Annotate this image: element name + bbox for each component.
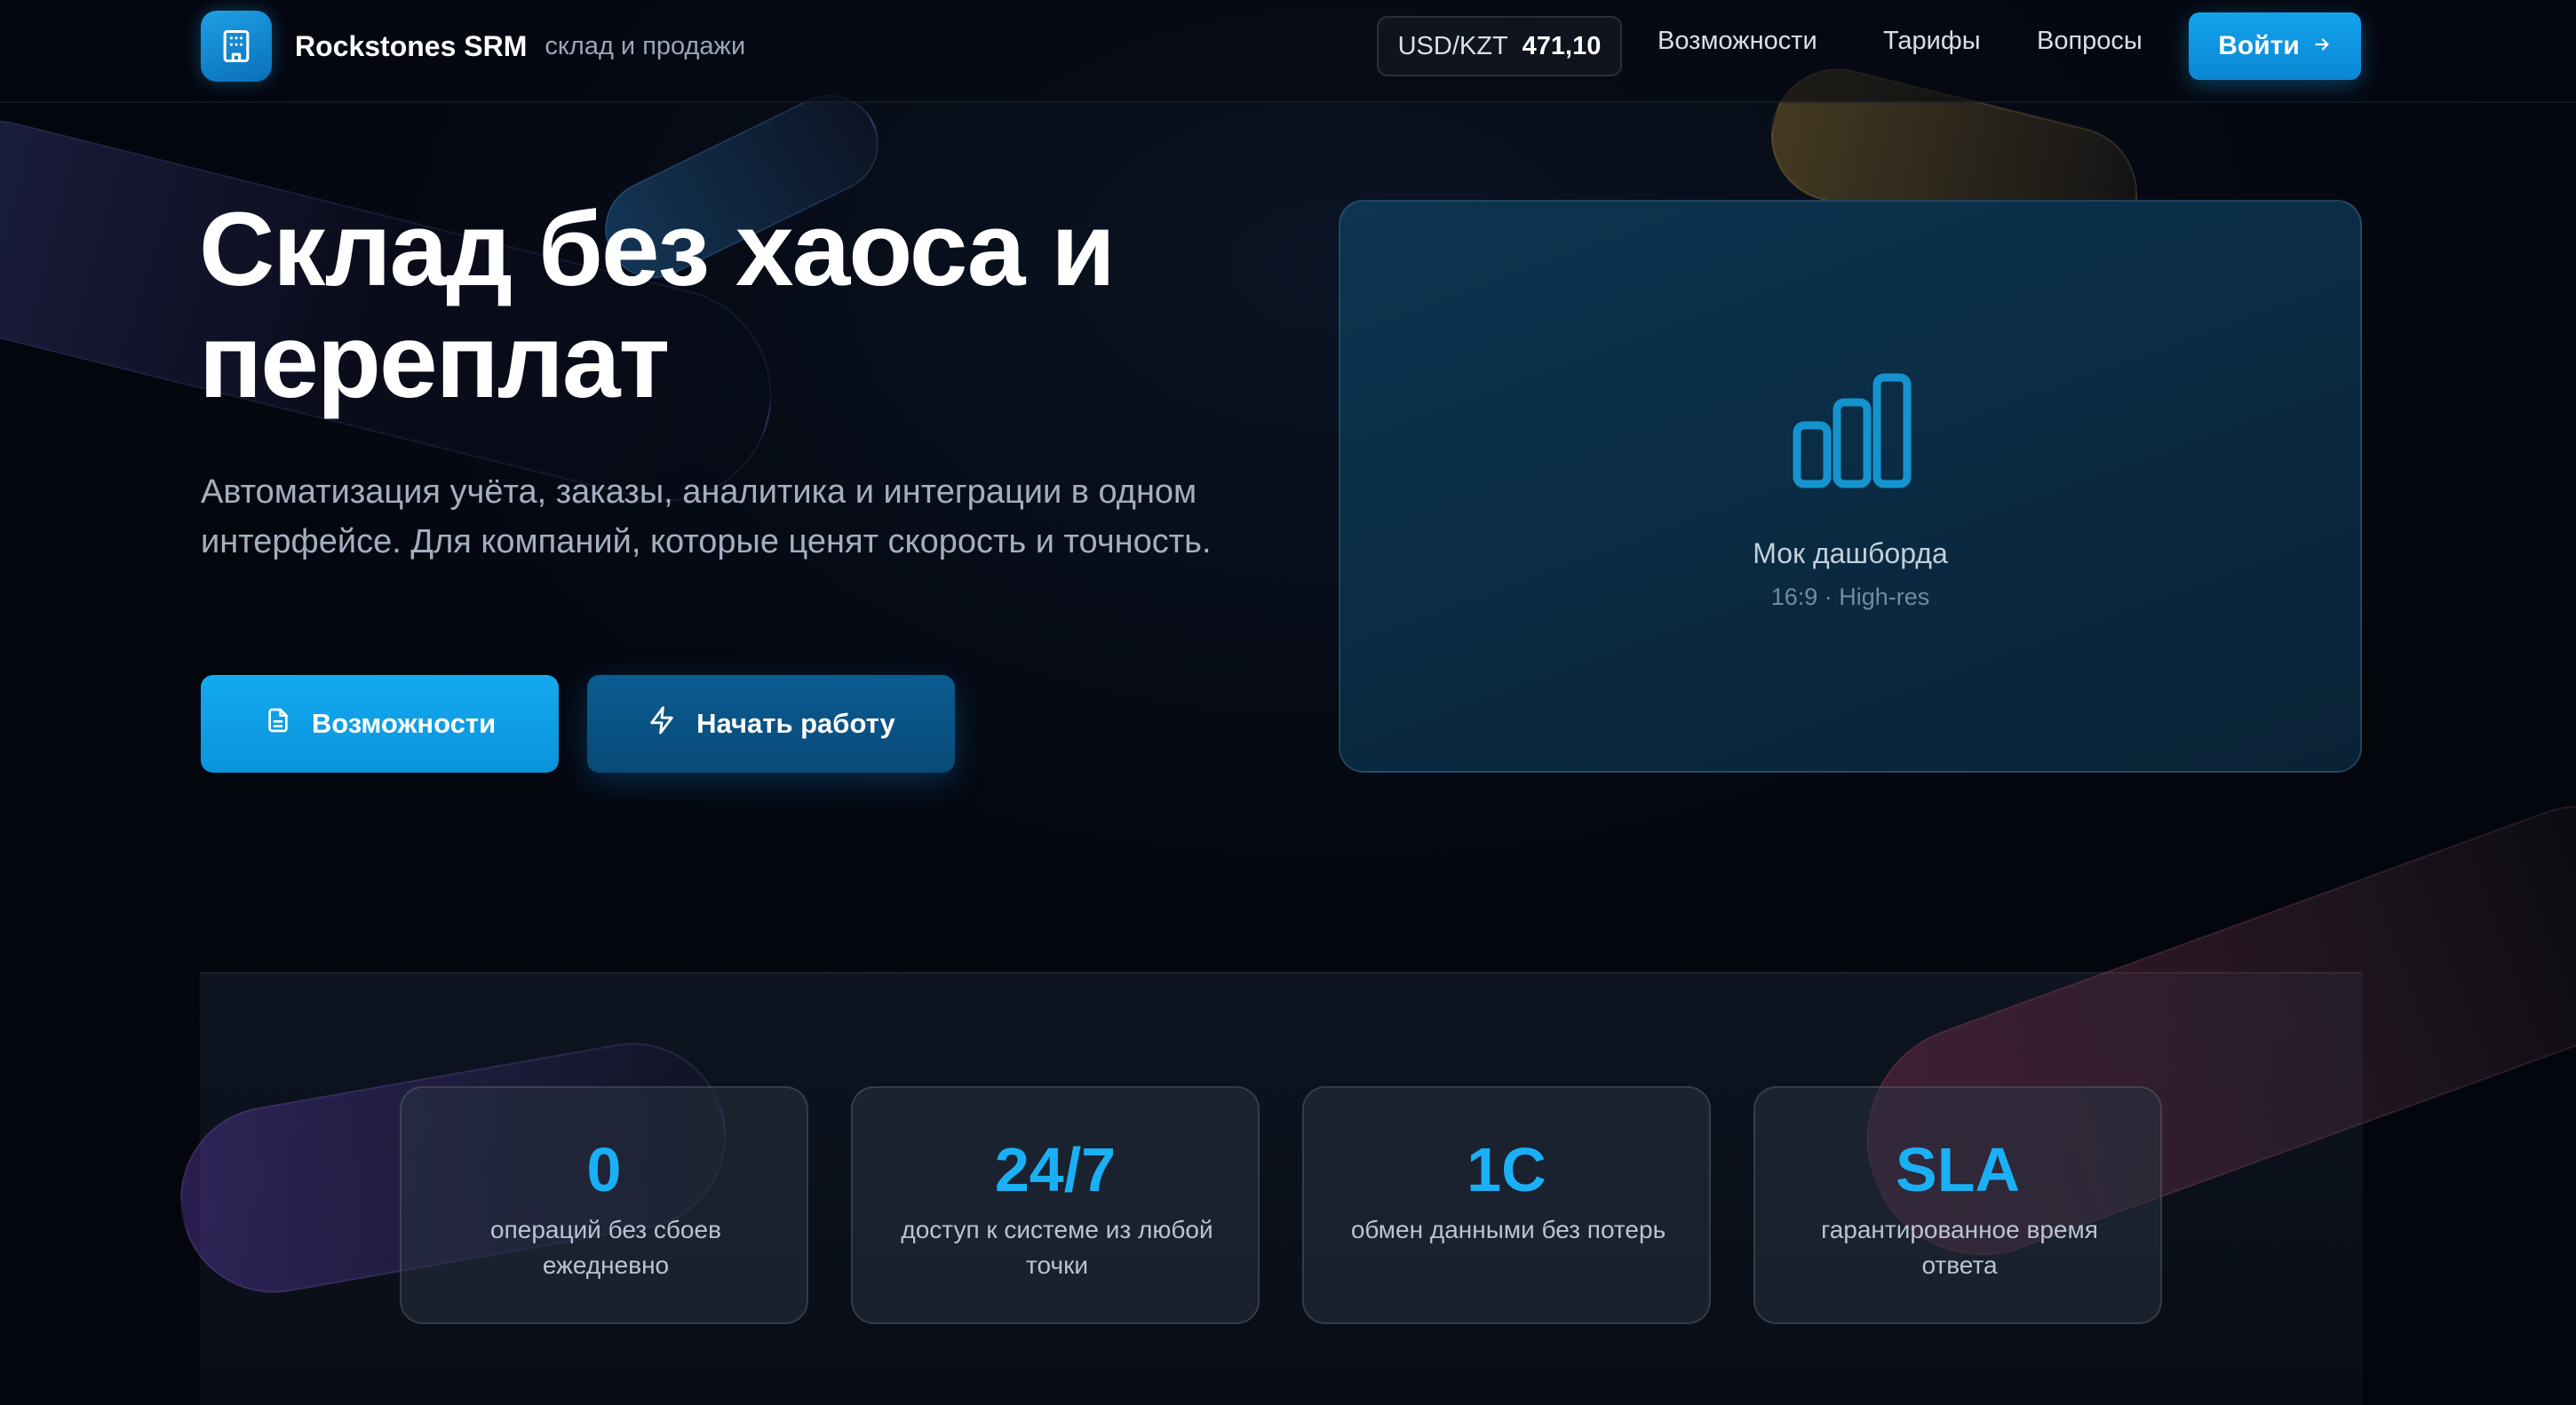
- stat-label: обмен данными без потерь: [1350, 1216, 1666, 1243]
- stat-value: 1С: [1467, 1135, 1546, 1204]
- brand[interactable]: Rockstones SRM склад и продажи: [201, 11, 745, 82]
- features-button[interactable]: Возможности: [201, 675, 559, 773]
- stat-label: доступ к системе из любой точки: [901, 1216, 1213, 1279]
- hero-title: Склад без хаоса и переплат: [199, 191, 1116, 420]
- login-button[interactable]: Войти: [2189, 12, 2361, 80]
- stat-label: операций без сбоев ежедневно: [490, 1216, 721, 1279]
- lightning-icon: [647, 705, 677, 742]
- mockup-subtitle: 16:9 · High-res: [1770, 583, 1930, 610]
- stat-label: гарантированное время ответа: [1821, 1216, 2098, 1279]
- hero-description: Автоматизация учёта, заказы, аналитика и…: [201, 473, 1212, 560]
- login-button-label: Войти: [2218, 31, 2300, 60]
- top-navbar: Rockstones SRM склад и продажи USD/KZT 4…: [0, 0, 2576, 103]
- stat-value: 24/7: [994, 1135, 1117, 1204]
- dashboard-mockup-card: Мок дашборда 16:9 · High-res: [1339, 200, 2362, 773]
- building-icon: [201, 11, 272, 82]
- currency-rate-badge: USD/KZT 471,10: [1377, 16, 1622, 76]
- nav-link-faq[interactable]: Вопросы: [2037, 27, 2143, 56]
- start-button-label: Начать работу: [696, 708, 895, 739]
- stat-card: 1С обмен данными без потерь: [1302, 1086, 1711, 1324]
- stat-value: 0: [586, 1135, 622, 1204]
- nav-link-pricing[interactable]: Тарифы: [1883, 27, 1981, 56]
- arrow-right-icon: [2312, 31, 2332, 61]
- currency-pair: USD/KZT: [1397, 31, 1508, 60]
- features-button-label: Возможности: [311, 708, 497, 739]
- landing-page: Rockstones SRM склад и продажи USD/KZT 4…: [0, 0, 2576, 1405]
- nav-link-features[interactable]: Возможности: [1658, 27, 1817, 56]
- stat-card: 24/7 доступ к системе из любой точки: [851, 1086, 1260, 1324]
- stat-card: SLA гарантированное время ответа: [1753, 1086, 2162, 1324]
- stat-card: 0 операций без сбоев ежедневно: [400, 1086, 808, 1324]
- start-button[interactable]: Начать работу: [587, 675, 955, 773]
- mockup-title: Мок дашборда: [1753, 537, 1948, 569]
- brand-name: Rockstones SRM: [295, 29, 528, 62]
- stat-value: SLA: [1896, 1135, 2020, 1204]
- document-icon: [264, 706, 292, 742]
- brand-subtitle: склад и продажи: [545, 31, 746, 60]
- currency-rate-value: 471,10: [1522, 31, 1602, 60]
- bar-chart-icon: [1790, 370, 1914, 499]
- section-divider: [201, 972, 2362, 973]
